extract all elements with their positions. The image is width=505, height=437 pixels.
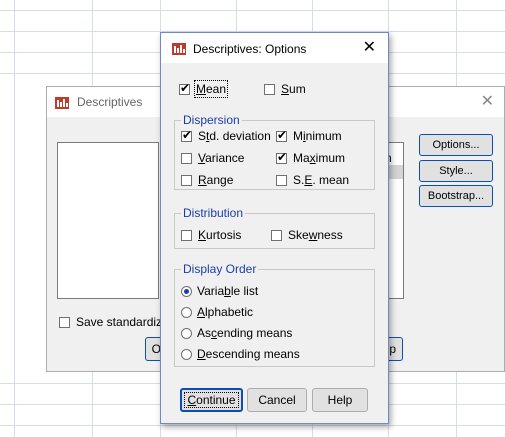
- variable-list-radio[interactable]: [181, 285, 192, 297]
- descending-means-label: Descending means: [197, 347, 300, 361]
- save-standardized-checkbox[interactable]: Save standardiz: [59, 315, 162, 329]
- bootstrap-button[interactable]: Bootstrap...: [419, 185, 493, 207]
- std-deviation-label: Std. deviation: [198, 129, 271, 143]
- skewness-box[interactable]: [271, 229, 282, 241]
- options-dialog-title: Descriptives: Options: [193, 42, 307, 56]
- maximum-label: Maximum: [293, 151, 346, 165]
- minimum-label: Minimum: [293, 129, 342, 143]
- spss-app-icon: [172, 43, 186, 55]
- mean-checkbox[interactable]: Mean: [179, 80, 229, 98]
- variance-checkbox[interactable]: Variance: [181, 151, 244, 165]
- save-standardized-box[interactable]: [59, 316, 70, 328]
- options-dialog-titlebar: Descriptives: Options ✕: [161, 33, 388, 63]
- cancel-button[interactable]: Cancel: [247, 388, 307, 412]
- display-order-legend: Display Order: [181, 262, 259, 276]
- radio-descending-means[interactable]: Descending means: [181, 347, 300, 361]
- descending-means-radio[interactable]: [181, 348, 192, 360]
- range-label: Range: [198, 173, 234, 187]
- range-box[interactable]: [181, 174, 192, 186]
- save-standardized-label: Save standardiz: [76, 315, 163, 329]
- source-variable-list[interactable]: [57, 142, 159, 299]
- maximum-checkbox[interactable]: Maximum: [276, 150, 346, 165]
- style-button[interactable]: Style...: [419, 160, 493, 182]
- distribution-legend: Distribution: [181, 206, 246, 220]
- ascending-means-radio[interactable]: [181, 327, 192, 339]
- help-button[interactable]: Help: [312, 388, 368, 412]
- minimum-box[interactable]: [276, 128, 287, 142]
- help-label: Help: [327, 393, 353, 407]
- spss-app-icon: [55, 97, 69, 109]
- descriptives-window-title: Descriptives: [77, 95, 143, 109]
- se-mean-box[interactable]: [276, 174, 287, 186]
- std-deviation-box[interactable]: [181, 128, 192, 142]
- close-icon[interactable]: ✕: [363, 37, 376, 57]
- descriptives-options-dialog: Descriptives: Options ✕ Mean Sum Dispers…: [160, 32, 389, 424]
- options-button[interactable]: Options...: [419, 134, 493, 156]
- kurtosis-box[interactable]: [181, 229, 192, 241]
- radio-variable-list[interactable]: Variable list: [181, 284, 258, 298]
- radio-alphabetic[interactable]: Alphabetic: [181, 305, 253, 319]
- se-mean-label: S.E. mean: [293, 173, 350, 187]
- maximum-box[interactable]: [276, 150, 287, 164]
- sum-checkbox[interactable]: Sum: [264, 82, 306, 96]
- std-deviation-checkbox[interactable]: Std. deviation: [181, 128, 271, 143]
- continue-label: Continue: [184, 392, 239, 408]
- variable-list-label: Variable list: [197, 284, 259, 298]
- variance-label: Variance: [198, 151, 245, 165]
- mean-check-box[interactable]: [179, 81, 190, 95]
- cancel-label: Cancel: [258, 393, 296, 407]
- radio-ascending-means[interactable]: Ascending means: [181, 326, 292, 340]
- ascending-means-label: Ascending means: [197, 326, 293, 340]
- sum-check-box[interactable]: [264, 83, 275, 95]
- kurtosis-label: Kurtosis: [198, 228, 242, 242]
- close-icon[interactable]: ✕: [481, 91, 494, 111]
- sum-label: Sum: [281, 82, 306, 96]
- range-checkbox[interactable]: Range: [181, 173, 233, 187]
- alphabetic-radio[interactable]: [181, 306, 192, 318]
- minimum-checkbox[interactable]: Minimum: [276, 128, 342, 143]
- alphabetic-label: Alphabetic: [197, 305, 254, 319]
- mean-label: Mean: [193, 80, 229, 98]
- dispersion-legend: Dispersion: [181, 113, 242, 127]
- variance-box[interactable]: [181, 152, 192, 164]
- kurtosis-checkbox[interactable]: Kurtosis: [181, 228, 241, 242]
- skewness-checkbox[interactable]: Skewness: [271, 228, 343, 242]
- continue-button[interactable]: Continue: [180, 388, 243, 412]
- skewness-label: Skewness: [288, 228, 343, 242]
- se-mean-checkbox[interactable]: S.E. mean: [276, 173, 349, 187]
